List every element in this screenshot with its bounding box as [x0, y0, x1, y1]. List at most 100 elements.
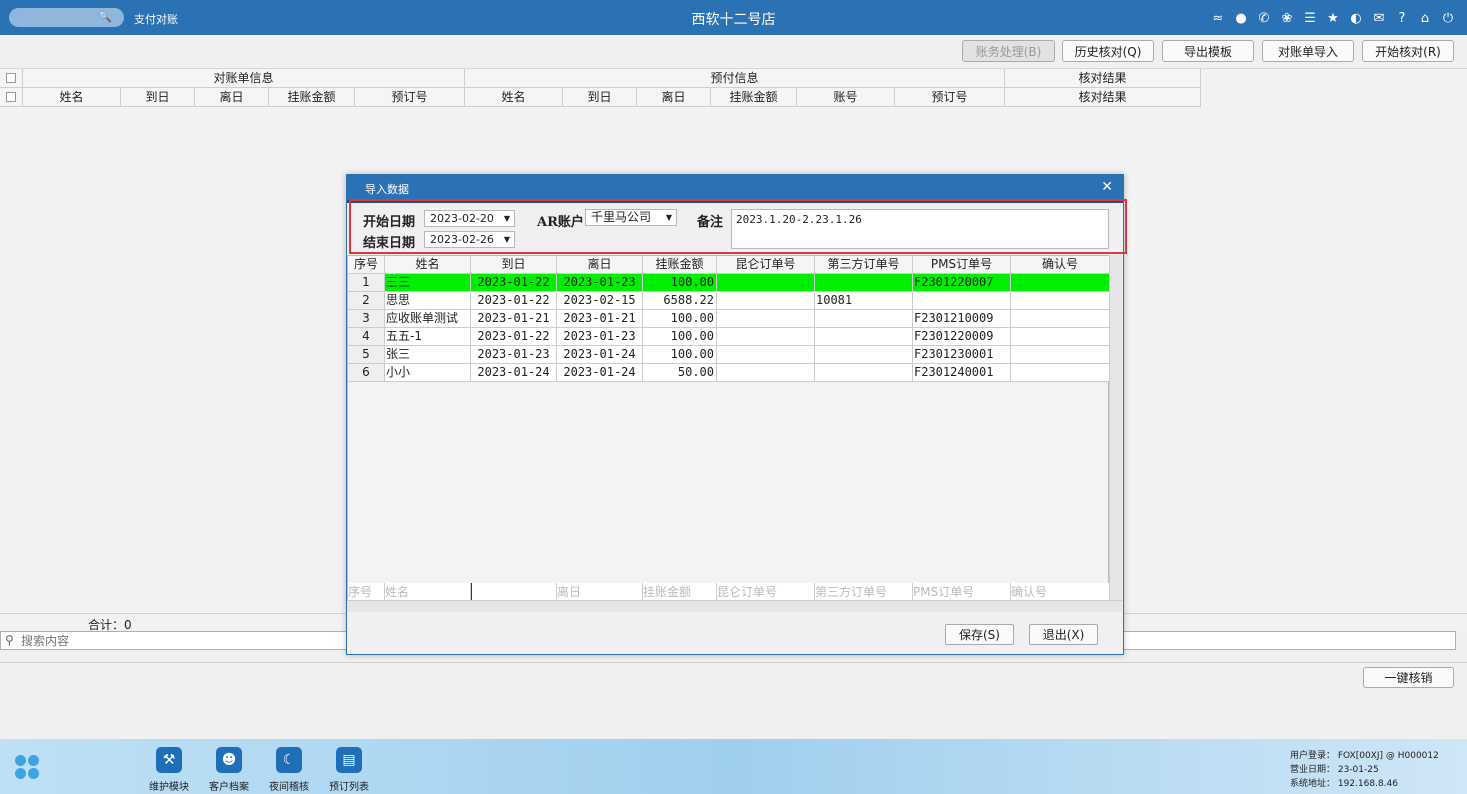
help-icon[interactable]: ?	[1393, 9, 1411, 27]
finance-process-button[interactable]: 账务处理(B)	[962, 40, 1055, 62]
start-date-picker[interactable]: 2023-02-20 ▼	[424, 210, 515, 227]
search-icon: ⚲	[5, 633, 14, 647]
remark-label: 备注	[697, 215, 724, 230]
task-customer-profile[interactable]: ☻ 客户档案	[204, 747, 254, 793]
import-data-dialog: 导入数据 ✕ 开始日期 2023-02-20 ▼ 结束日期 2023-02-26…	[346, 174, 1127, 655]
dialog-header: 导入数据 ✕	[347, 175, 1123, 200]
task-label: 维护模块	[149, 782, 189, 793]
phone-icon[interactable]: ✆	[1255, 9, 1273, 27]
sys-address: 系统地址： 192.168.8.46	[1290, 779, 1398, 789]
col-header[interactable]: 姓名	[385, 256, 471, 274]
palette-icon[interactable]: ❀	[1278, 9, 1296, 27]
task-night-audit[interactable]: ☾ 夜间稽核	[264, 747, 314, 793]
menu-icon[interactable]: ☰	[1301, 9, 1319, 27]
col-header[interactable]: 挂账金额	[269, 88, 355, 106]
end-date-value: 2023-02-26	[430, 233, 494, 246]
task-maintenance[interactable]: ⚒ 维护模块	[144, 747, 194, 793]
col-header[interactable]: 账号	[797, 88, 895, 106]
wifi-icon[interactable]: ≈	[1209, 9, 1227, 27]
select-all-checkbox[interactable]	[0, 69, 23, 87]
ar-account-select[interactable]: 千里马公司 ▼	[585, 209, 677, 226]
col-header[interactable]: 到日	[471, 256, 557, 274]
theme-icon[interactable]: ◐	[1347, 9, 1365, 27]
task-label: 客户档案	[209, 782, 249, 793]
col-header[interactable]: 姓名	[465, 88, 563, 106]
col-header[interactable]: 挂账金额	[643, 256, 717, 274]
dialog-title: 导入数据	[365, 183, 409, 196]
ar-account-value: 千里马公司	[591, 210, 652, 224]
star-icon[interactable]: ★	[1324, 9, 1342, 27]
remark-input[interactable]: 2023.1.20-2.23.1.26	[731, 209, 1109, 249]
task-label: 预订列表	[329, 782, 369, 793]
exit-button[interactable]: 退出(X)	[1029, 624, 1098, 645]
row-checkbox[interactable]	[0, 88, 23, 106]
import-grid-header: 序号 姓名 到日 离日 挂账金额 昆仑订单号 第三方订单号 PMS订单号 确认号	[348, 256, 1110, 274]
table-row[interactable]: 1 三三 2023-01-22 2023-01-23 100.00 F23012…	[348, 274, 1110, 292]
import-grid: 序号 姓名 到日 离日 挂账金额 昆仑订单号 第三方订单号 PMS订单号 确认号…	[347, 255, 1110, 602]
history-check-button[interactable]: 历史核对(Q)	[1062, 40, 1154, 62]
action-bar: 一键核销	[0, 662, 1467, 739]
start-date-value: 2023-02-20	[430, 212, 494, 225]
col-header[interactable]: 挂账金额	[711, 88, 797, 106]
col-header[interactable]: 昆仑订单号	[717, 256, 815, 274]
statement-import-button[interactable]: 对账单导入	[1262, 40, 1354, 62]
search-icon[interactable]: 🔍	[98, 10, 112, 23]
top-bar: 🔍 支付对账 西软十二号店 ≈ ● ✆ ❀ ☰ ★ ◐ ✉ ? ⌂ ⏻	[0, 0, 1467, 35]
dropdown-arrow-icon[interactable]: ▼	[504, 211, 510, 226]
dropdown-arrow-icon[interactable]: ▼	[504, 232, 510, 247]
table-row[interactable]: 4 五五-1 2023-01-22 2023-01-23 100.00 F230…	[348, 328, 1110, 346]
table-row[interactable]: 2 思思 2023-01-22 2023-02-15 6588.22 10081	[348, 292, 1110, 310]
column-header-row: 姓名 到日 离日 挂账金额 预订号 姓名 到日 离日 挂账金额 账号 预订号 核…	[0, 88, 1201, 107]
system-info: 用户登录： FOX[00XJ] @ H000012 营业日期： 23-01-25…	[1290, 749, 1439, 791]
dropdown-arrow-icon[interactable]: ▼	[666, 210, 672, 225]
col-header[interactable]: 预订号	[355, 88, 465, 106]
col-header[interactable]: 序号	[348, 256, 385, 274]
col-header[interactable]: 离日	[195, 88, 269, 106]
col-header[interactable]: 到日	[563, 88, 637, 106]
power-icon[interactable]: ⏻	[1439, 9, 1457, 27]
group-header-statement: 对账单信息	[23, 69, 465, 87]
export-template-button[interactable]: 导出模板	[1162, 40, 1254, 62]
vertical-scrollbar[interactable]	[1109, 255, 1122, 600]
horizontal-scrollbar[interactable]	[347, 600, 1122, 612]
sys-user: 用户登录： FOX[00XJ] @ H000012	[1290, 751, 1439, 761]
group-header-prepaid: 预付信息	[465, 69, 1005, 87]
mail-icon[interactable]: ✉	[1370, 9, 1388, 27]
task-reservation-list[interactable]: ▤ 预订列表	[324, 747, 374, 793]
contact-card-icon: ☻	[216, 747, 242, 773]
global-search-input[interactable]: 🔍	[9, 8, 124, 27]
col-header[interactable]: 第三方订单号	[815, 256, 913, 274]
col-header[interactable]: 预订号	[895, 88, 1005, 106]
table-row[interactable]: 6 小小 2023-01-24 2023-01-24 50.00 F230124…	[348, 364, 1110, 382]
save-button[interactable]: 保存(S)	[945, 624, 1014, 645]
taskbar: ⚒ 维护模块 ☻ 客户档案 ☾ 夜间稽核 ▤ 预订列表 用户登录： FOX[00…	[0, 739, 1467, 794]
task-label: 夜间稽核	[269, 782, 309, 793]
start-check-button[interactable]: 开始核对(R)	[1362, 40, 1454, 62]
table-row[interactable]: 3 应收账单测试 2023-01-21 2023-01-21 100.00 F2…	[348, 310, 1110, 328]
one-click-writeoff-button[interactable]: 一键核销	[1363, 667, 1454, 688]
col-header[interactable]: 离日	[637, 88, 711, 106]
end-date-picker[interactable]: 2023-02-26 ▼	[424, 231, 515, 248]
col-header[interactable]: 离日	[557, 256, 643, 274]
app-logo-icon[interactable]	[13, 753, 43, 783]
home-icon[interactable]: ⌂	[1416, 9, 1434, 27]
ar-account-label: AR账户	[537, 215, 584, 230]
sys-date: 营业日期： 23-01-25	[1290, 765, 1379, 775]
col-header[interactable]: PMS订单号	[913, 256, 1011, 274]
top-icon-group: ≈ ● ✆ ❀ ☰ ★ ◐ ✉ ? ⌂ ⏻	[1209, 9, 1457, 27]
end-date-label: 结束日期	[363, 236, 416, 251]
group-header-row: 对账单信息 预付信息 核对结果	[0, 69, 1201, 88]
list-icon: ▤	[336, 747, 362, 773]
col-header[interactable]: 姓名	[23, 88, 121, 106]
col-header[interactable]: 确认号	[1011, 256, 1110, 274]
toolbar: 账务处理(B) 历史核对(Q) 导出模板 对账单导入 开始核对(R)	[0, 35, 1467, 69]
group-header-result: 核对结果	[1005, 69, 1201, 87]
module-title: 支付对账	[134, 13, 178, 26]
table-row[interactable]: 5 张三 2023-01-23 2023-01-24 100.00 F23012…	[348, 346, 1110, 364]
close-icon[interactable]: ✕	[1101, 180, 1113, 194]
start-date-label: 开始日期	[363, 215, 416, 230]
moon-icon: ☾	[276, 747, 302, 773]
message-icon[interactable]: ●	[1232, 9, 1250, 27]
col-header[interactable]: 到日	[121, 88, 195, 106]
col-header[interactable]: 核对结果	[1005, 88, 1201, 106]
